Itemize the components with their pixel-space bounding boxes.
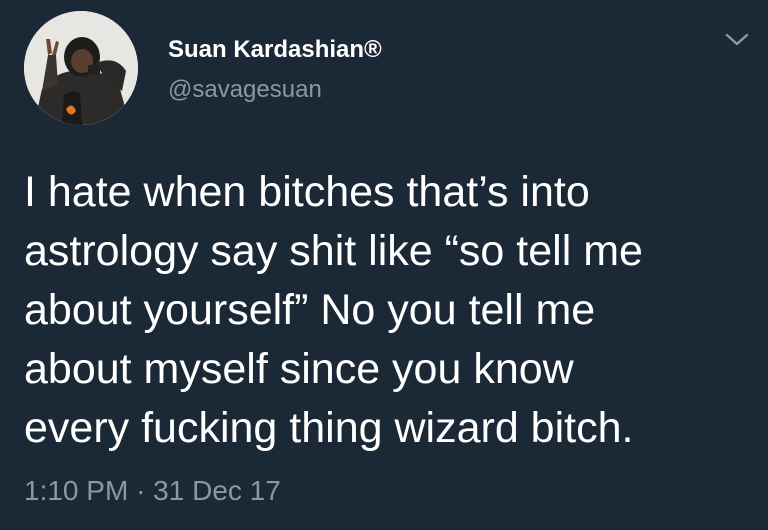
avatar[interactable]: [24, 11, 138, 125]
tweet-text-line: I hate when bitches that’s into: [24, 168, 590, 216]
tweet-text: I hate when bitches that’s into astrolog…: [24, 163, 744, 458]
tweet-text-line: every fucking thing wizard bitch.: [24, 404, 634, 452]
tweet-time: 1:10 PM: [24, 475, 129, 506]
chevron-down-icon[interactable]: [722, 28, 752, 50]
timestamp-separator: ·: [136, 475, 146, 506]
avatar-photo: [24, 11, 138, 125]
user-handle[interactable]: @savagesuan: [168, 76, 322, 104]
tweet-text-line: about myself since you know: [24, 345, 574, 393]
tweet-card: Suan Kardashian® @savagesuan I hate when…: [0, 0, 768, 530]
tweet-text-line: about yourself” No you tell me: [24, 286, 596, 334]
tweet-date: 31 Dec 17: [153, 475, 281, 506]
display-name[interactable]: Suan Kardashian®: [168, 36, 382, 64]
tweet-timestamp[interactable]: 1:10 PM · 31 Dec 17: [24, 475, 281, 507]
tweet-text-line: astrology say shit like “so tell me: [24, 227, 643, 275]
